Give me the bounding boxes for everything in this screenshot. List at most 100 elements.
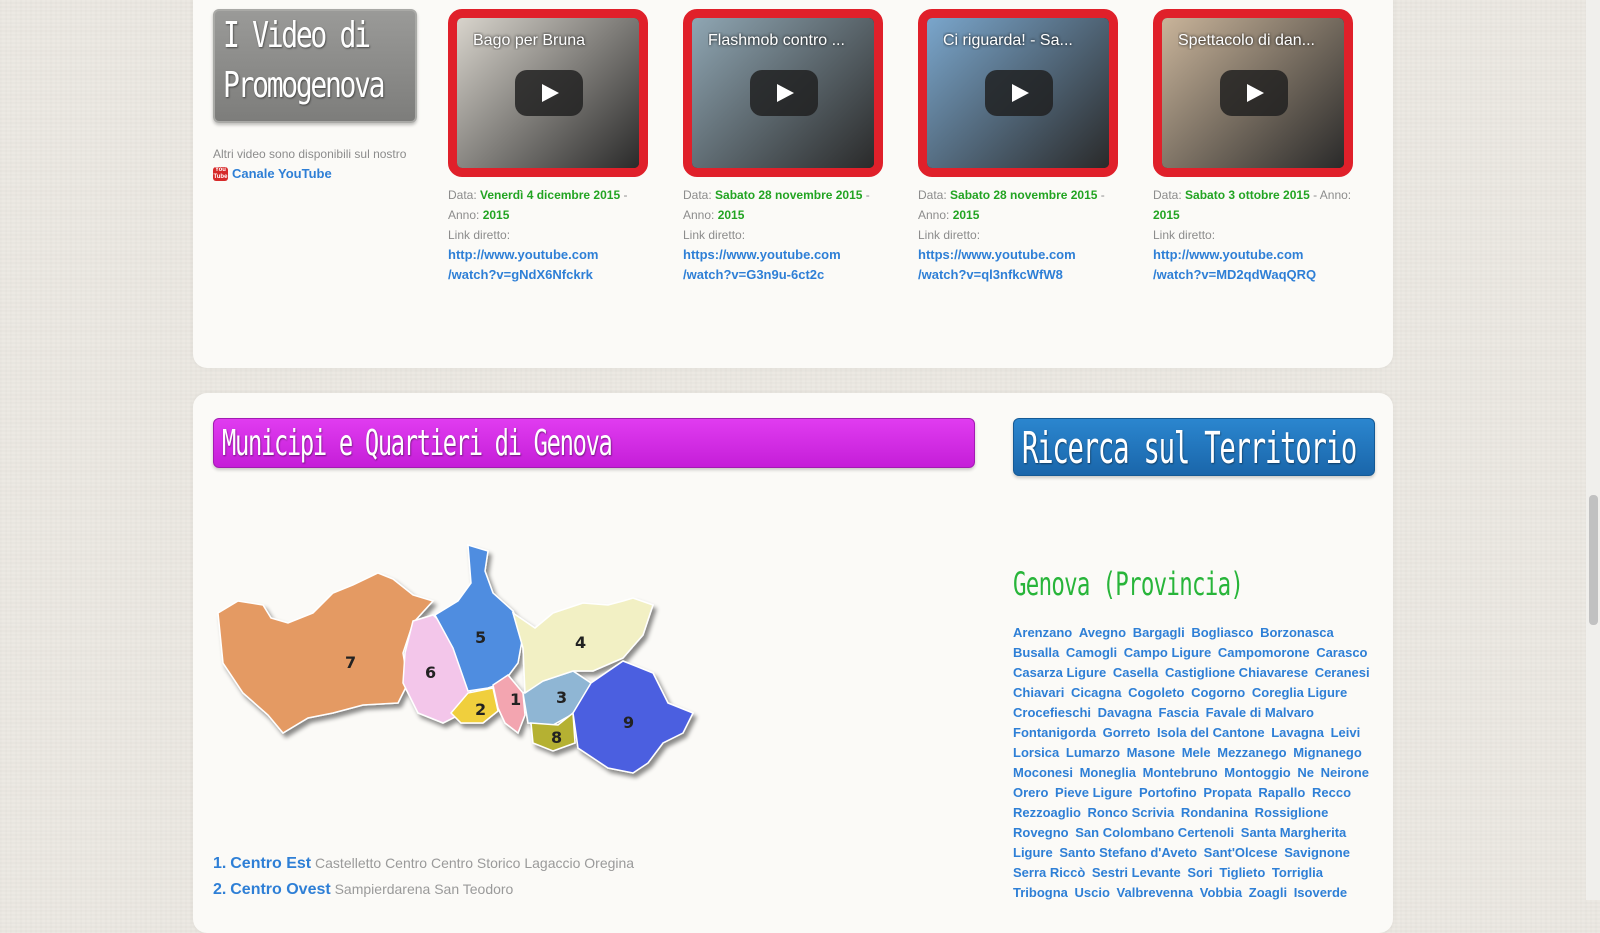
comune-link[interactable]: Favale di Malvaro [1206, 705, 1314, 720]
comune-link[interactable]: Isoverde [1294, 885, 1347, 900]
video-link[interactable]: http://www.youtube.com/watch?v=gNdX6Nfck… [448, 245, 648, 285]
video-title[interactable]: Ci riguarda! - Sa... [943, 32, 1103, 50]
comune-link[interactable]: San Colombano Certenoli [1075, 825, 1234, 840]
comune-link[interactable]: Bogliasco [1191, 625, 1253, 640]
comune-link[interactable]: Camogli [1066, 645, 1117, 660]
comune-link[interactable]: Moconesi [1013, 765, 1073, 780]
comune-link[interactable]: Coreglia Ligure [1252, 685, 1347, 700]
video-link[interactable]: http://www.youtube.com/watch?v=MD2qdWaqQ… [1153, 245, 1353, 285]
comune-link[interactable]: Montebruno [1143, 765, 1218, 780]
municipio-number: 2. [213, 881, 227, 898]
comune-link[interactable]: Serra Riccò [1013, 865, 1085, 880]
comune-link[interactable]: Gorreto [1103, 725, 1151, 740]
genova-municipi-map[interactable]: 7 6 5 2 1 3 4 8 9 [213, 543, 713, 788]
comune-link[interactable]: Neirone [1321, 765, 1369, 780]
comune-link[interactable]: Zoagli [1249, 885, 1287, 900]
comune-link[interactable]: Fascia [1159, 705, 1199, 720]
comune-link[interactable]: Carasco [1316, 645, 1367, 660]
comune-link[interactable]: Sant'Olcese [1204, 845, 1278, 860]
comune-link[interactable]: Santo Stefano d'Aveto [1059, 845, 1197, 860]
comune-link[interactable]: Rondanina [1181, 805, 1248, 820]
comune-link[interactable]: Ne [1297, 765, 1314, 780]
comune-link[interactable]: Pieve Ligure [1055, 785, 1132, 800]
play-icon[interactable] [985, 70, 1053, 116]
comune-link[interactable]: Montoggio [1224, 765, 1290, 780]
municipio-7-region[interactable] [217, 572, 435, 734]
comune-link[interactable]: Savignone [1284, 845, 1350, 860]
video-link[interactable]: https://www.youtube.com/watch?v=G3n9u-6c… [683, 245, 883, 285]
comune-link[interactable]: Leivi [1331, 725, 1361, 740]
map-region-label: 7 [345, 653, 356, 672]
comune-link[interactable]: Mezzanego [1217, 745, 1286, 760]
comune-link[interactable]: Castiglione Chiavarese [1165, 665, 1308, 680]
youtube-note: Altri video sono disponibili sul nostro … [213, 147, 423, 181]
comune-link[interactable]: Uscio [1075, 885, 1110, 900]
year-label: - Anno: [1313, 188, 1352, 202]
video-thumbnail[interactable]: Flashmob contro ... [683, 9, 883, 177]
comune-link[interactable]: Casarza Ligure [1013, 665, 1106, 680]
video-thumbnail[interactable]: Bago per Bruna [448, 9, 648, 177]
comune-link[interactable]: Cogoleto [1128, 685, 1184, 700]
videos-section-title: I Video di Promogenova [213, 9, 417, 123]
page-scrollbar[interactable] [1586, 0, 1600, 900]
comune-link[interactable]: Valbrevenna [1117, 885, 1194, 900]
comune-link[interactable]: Isola del Cantone [1157, 725, 1265, 740]
youtube-icon: You Tube [213, 166, 228, 181]
video-title[interactable]: Bago per Bruna [473, 32, 633, 50]
municipio-link[interactable]: Centro Est [230, 855, 311, 872]
video-thumbnail[interactable]: Spettacolo di dan... [1153, 9, 1353, 177]
video-link[interactable]: https://www.youtube.com/watch?v=ql3nfkcW… [918, 245, 1118, 285]
comune-link[interactable]: Campo Ligure [1124, 645, 1211, 660]
comune-link[interactable]: Campomorone [1218, 645, 1310, 660]
video-title[interactable]: Spettacolo di dan... [1178, 32, 1338, 50]
comune-link[interactable]: Chiavari [1013, 685, 1064, 700]
municipio-link[interactable]: Centro Ovest [230, 881, 330, 898]
comune-link[interactable]: Tiglieto [1219, 865, 1265, 880]
comune-link[interactable]: Rovegno [1013, 825, 1069, 840]
quartieri-names: Castelletto Centro Centro Storico Lagacc… [315, 855, 635, 871]
video-thumbnail[interactable]: Ci riguarda! - Sa... [918, 9, 1118, 177]
comune-link[interactable]: Masone [1127, 745, 1175, 760]
youtube-channel-link[interactable]: Canale YouTube [232, 166, 332, 181]
comune-link[interactable]: Lorsica [1013, 745, 1059, 760]
link-label: Link diretto: [918, 228, 981, 242]
link-label: Link diretto: [448, 228, 511, 242]
comune-link[interactable]: Cicagna [1071, 685, 1122, 700]
comune-link[interactable]: Lumarzo [1066, 745, 1120, 760]
comune-link[interactable]: Sori [1187, 865, 1212, 880]
comune-link[interactable]: Portofino [1139, 785, 1197, 800]
comune-link[interactable]: Rapallo [1258, 785, 1305, 800]
comune-link[interactable]: Davagna [1098, 705, 1152, 720]
comune-link[interactable]: Busalla [1013, 645, 1059, 660]
comune-link[interactable]: Casella [1113, 665, 1159, 680]
comune-link[interactable]: Vobbia [1200, 885, 1242, 900]
comune-link[interactable]: Torriglia [1272, 865, 1323, 880]
link-label: Link diretto: [683, 228, 746, 242]
comune-link[interactable]: Ronco Scrivia [1088, 805, 1175, 820]
comune-link[interactable]: Sestri Levante [1092, 865, 1181, 880]
comune-link[interactable]: Fontanigorda [1013, 725, 1096, 740]
comune-link[interactable]: Cogorno [1191, 685, 1245, 700]
play-icon[interactable] [515, 70, 583, 116]
comune-link[interactable]: Rossiglione [1255, 805, 1329, 820]
comune-link[interactable]: Tribogna [1013, 885, 1068, 900]
comune-link[interactable]: Ceranesi [1315, 665, 1370, 680]
play-icon[interactable] [1220, 70, 1288, 116]
comune-link[interactable]: Avegno [1079, 625, 1126, 640]
map-region-label: 8 [551, 728, 562, 747]
comune-link[interactable]: Mele [1182, 745, 1211, 760]
play-icon[interactable] [750, 70, 818, 116]
video-title[interactable]: Flashmob contro ... [708, 32, 868, 50]
comune-link[interactable]: Mignanego [1293, 745, 1362, 760]
comune-link[interactable]: Orero [1013, 785, 1048, 800]
comune-link[interactable]: Bargagli [1133, 625, 1185, 640]
comune-link[interactable]: Arenzano [1013, 625, 1072, 640]
scrollbar-thumb[interactable] [1589, 495, 1598, 625]
comune-link[interactable]: Recco [1312, 785, 1351, 800]
comune-link[interactable]: Rezzoaglio [1013, 805, 1081, 820]
comune-link[interactable]: Lavagna [1271, 725, 1324, 740]
comune-link[interactable]: Propata [1203, 785, 1251, 800]
comune-link[interactable]: Borzonasca [1260, 625, 1334, 640]
comune-link[interactable]: Moneglia [1080, 765, 1136, 780]
comune-link[interactable]: Crocefieschi [1013, 705, 1091, 720]
